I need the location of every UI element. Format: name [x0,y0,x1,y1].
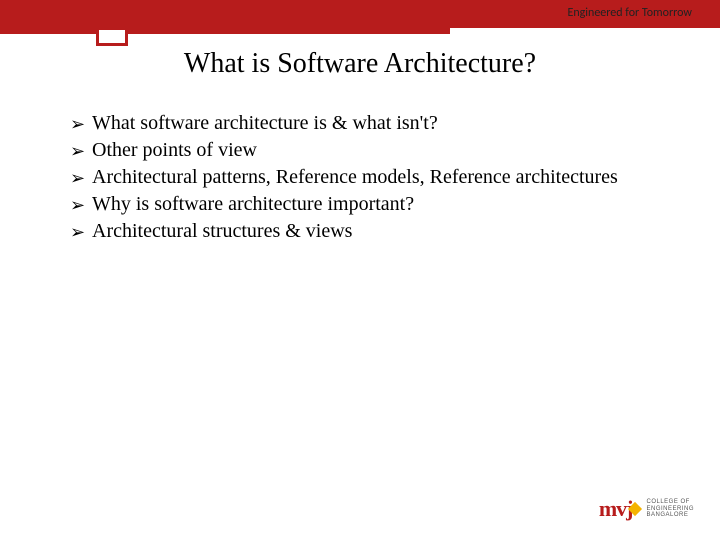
logo-line1: COLLEGE OF [646,499,689,505]
bullet-arrow-icon: ➢ [70,137,92,163]
logo-subtext: COLLEGE OF ENGINEERING BANGALORE [646,499,694,519]
notch-inner [99,30,125,43]
list-item: ➢ Architectural patterns, Reference mode… [70,164,670,191]
bullet-arrow-icon: ➢ [70,191,92,217]
footer-logo: mvj COLLEGE OF ENGINEERING BANGALORE [599,496,694,522]
bullet-arrow-icon: ➢ [70,164,92,190]
logo-line2: ENGINEERING [646,506,694,512]
bullet-text: Architectural structures & views [92,218,352,245]
list-item: ➢ Why is software architecture important… [70,191,670,218]
header-tagline: Engineered for Tomorrow [567,6,692,20]
accent-bar [0,28,450,34]
list-item: ➢ Architectural structures & views [70,218,670,245]
slide-title: What is Software Architecture? [0,48,720,80]
bullet-arrow-icon: ➢ [70,110,92,136]
list-item: ➢ Other points of view [70,137,670,164]
list-item: ➢ What software architecture is & what i… [70,110,670,137]
bullet-text: What software architecture is & what isn… [92,110,438,137]
bullet-text: Other points of view [92,137,257,164]
logo-line3: BANGALORE [646,512,688,518]
logo-mark: mvj [599,496,643,522]
bullet-list: ➢ What software architecture is & what i… [70,110,670,245]
bullet-text: Architectural patterns, Reference models… [92,164,618,191]
bullet-arrow-icon: ➢ [70,218,92,244]
bullet-text: Why is software architecture important? [92,191,414,218]
